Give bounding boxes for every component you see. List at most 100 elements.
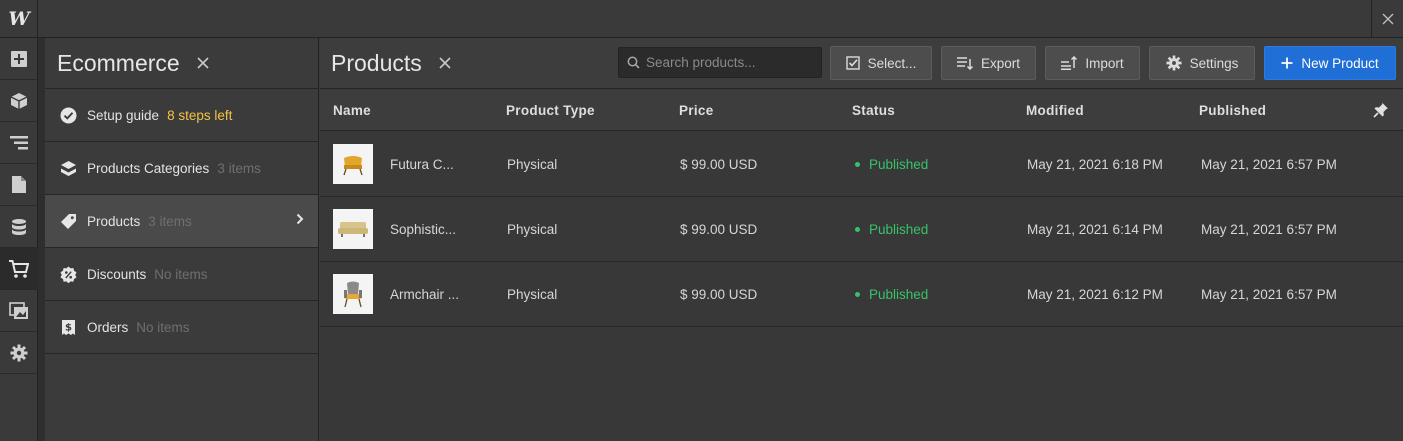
search-box bbox=[618, 47, 822, 78]
app-window: W Ecommerce Setup guide 8 steps left Pro… bbox=[0, 0, 1403, 441]
settings-button[interactable]: Settings bbox=[1149, 46, 1255, 80]
product-name: Armchair ... bbox=[390, 287, 460, 302]
import-icon bbox=[1061, 56, 1078, 70]
panel-item-discounts[interactable]: Discounts No items bbox=[45, 248, 318, 301]
select-button[interactable]: Select... bbox=[830, 46, 932, 80]
webflow-logo[interactable]: W bbox=[0, 0, 38, 38]
export-button[interactable]: Export bbox=[941, 46, 1036, 80]
page-title: Products bbox=[331, 50, 422, 76]
item-count: 3 items bbox=[148, 213, 192, 229]
product-name: Futura C... bbox=[390, 157, 454, 172]
close-icon bbox=[197, 57, 209, 69]
panel-header: Ecommerce bbox=[45, 38, 318, 89]
gear-icon bbox=[10, 344, 28, 361]
column-header-modified[interactable]: Modified bbox=[1026, 103, 1084, 118]
status-dot bbox=[855, 291, 860, 297]
item-count: 3 items bbox=[217, 160, 261, 176]
modified-date: May 21, 2021 6:14 PM bbox=[1027, 222, 1163, 237]
products-view: Products Select... Export Import bbox=[320, 38, 1403, 441]
status-dot bbox=[855, 226, 860, 232]
status-badge: Published bbox=[855, 157, 928, 172]
rail-divider bbox=[38, 38, 45, 441]
import-button[interactable]: Import bbox=[1045, 46, 1140, 80]
product-price: $ 99.00 USD bbox=[680, 287, 758, 302]
add-icon bbox=[11, 50, 27, 67]
status-label: Published bbox=[869, 287, 929, 302]
rail-navigator-button[interactable] bbox=[0, 122, 38, 164]
published-date: May 21, 2021 6:57 PM bbox=[1201, 287, 1337, 302]
rail-settings-button[interactable] bbox=[0, 332, 38, 374]
pin-columns-button[interactable] bbox=[1373, 102, 1389, 121]
pages-icon bbox=[12, 176, 26, 193]
cart-icon bbox=[9, 259, 29, 278]
import-button-label: Import bbox=[1085, 55, 1124, 71]
column-header-status[interactable]: Status bbox=[852, 103, 895, 118]
tag-icon bbox=[60, 213, 76, 229]
published-date: May 21, 2021 6:57 PM bbox=[1201, 222, 1337, 237]
rail-add-button[interactable] bbox=[0, 38, 38, 80]
new-product-button-label: New Product bbox=[1301, 55, 1379, 71]
panel-item-categories[interactable]: Products Categories 3 items bbox=[45, 142, 318, 195]
products-header: Products Select... Export Import bbox=[320, 38, 1403, 89]
select-button-label: Select... bbox=[867, 55, 917, 71]
table-row[interactable]: Sophistic... Physical $ 99.00 USD Publis… bbox=[320, 197, 1403, 262]
assets-icon bbox=[9, 301, 28, 319]
panel-item-setup-guide[interactable]: Setup guide 8 steps left bbox=[45, 89, 318, 142]
column-header-published[interactable]: Published bbox=[1199, 103, 1266, 118]
rail-symbols-button[interactable] bbox=[0, 80, 38, 122]
product-type: Physical bbox=[507, 287, 558, 302]
search-input[interactable] bbox=[646, 55, 816, 70]
panel-item-orders[interactable]: $ Orders No items bbox=[45, 301, 318, 354]
product-name: Sophistic... bbox=[390, 222, 457, 237]
rail-cms-button[interactable] bbox=[0, 206, 38, 248]
status-badge: Published bbox=[855, 222, 928, 237]
navigator-icon bbox=[10, 135, 28, 149]
product-price: $ 99.00 USD bbox=[680, 157, 758, 172]
table-header: Name Product Type Price Status Modified … bbox=[320, 90, 1403, 131]
rail-assets-button[interactable] bbox=[0, 290, 38, 332]
ecommerce-panel: Ecommerce Setup guide 8 steps left Produ… bbox=[45, 38, 319, 441]
chair-thumbnail bbox=[333, 144, 373, 184]
product-type: Physical bbox=[507, 157, 558, 172]
settings-button-label: Settings bbox=[1189, 55, 1239, 71]
pin-icon bbox=[1373, 103, 1388, 118]
item-count: No items bbox=[154, 266, 208, 282]
column-header-name[interactable]: Name bbox=[333, 103, 371, 118]
plus-icon bbox=[1281, 57, 1293, 69]
top-bar: W bbox=[0, 0, 1403, 38]
checkbox-icon bbox=[845, 56, 860, 70]
modified-date: May 21, 2021 6:12 PM bbox=[1027, 287, 1163, 302]
table-row[interactable]: Armchair ... Physical $ 99.00 USD Publis… bbox=[320, 262, 1403, 327]
panel-item-products[interactable]: Products 3 items bbox=[45, 195, 318, 248]
new-product-button[interactable]: New Product bbox=[1264, 46, 1396, 80]
rail-pages-button[interactable] bbox=[0, 164, 38, 206]
panel-title: Ecommerce bbox=[57, 49, 180, 76]
close-icon bbox=[1382, 13, 1393, 25]
column-header-product-type[interactable]: Product Type bbox=[506, 103, 595, 118]
gear-icon bbox=[1166, 55, 1182, 71]
panel-close-button[interactable] bbox=[197, 57, 209, 69]
table-row[interactable]: Futura C... Physical $ 99.00 USD Publish… bbox=[320, 132, 1403, 197]
close-panel-button[interactable] bbox=[1371, 0, 1403, 38]
published-date: May 21, 2021 6:57 PM bbox=[1201, 157, 1337, 172]
export-button-label: Export bbox=[980, 55, 1021, 71]
cube-icon bbox=[10, 92, 28, 109]
rail-ecommerce-button[interactable] bbox=[0, 248, 38, 290]
products-close-button[interactable] bbox=[439, 56, 451, 74]
chevron-right-icon bbox=[296, 213, 304, 225]
product-type: Physical bbox=[507, 222, 558, 237]
item-count: No items bbox=[136, 319, 190, 335]
close-icon bbox=[439, 57, 451, 69]
steps-left-badge: 8 steps left bbox=[167, 107, 233, 123]
panel-item-label: Orders bbox=[87, 319, 129, 335]
status-label: Published bbox=[869, 157, 929, 172]
panel-item-label: Discounts bbox=[87, 266, 147, 282]
column-header-price[interactable]: Price bbox=[679, 103, 714, 118]
left-toolbar bbox=[0, 38, 38, 441]
search-icon bbox=[627, 56, 640, 69]
modified-date: May 21, 2021 6:18 PM bbox=[1027, 157, 1163, 172]
panel-item-label: Products bbox=[87, 213, 141, 229]
check-circle-icon bbox=[60, 107, 76, 123]
categories-icon bbox=[60, 160, 76, 176]
panel-item-label: Products Categories bbox=[87, 160, 210, 176]
